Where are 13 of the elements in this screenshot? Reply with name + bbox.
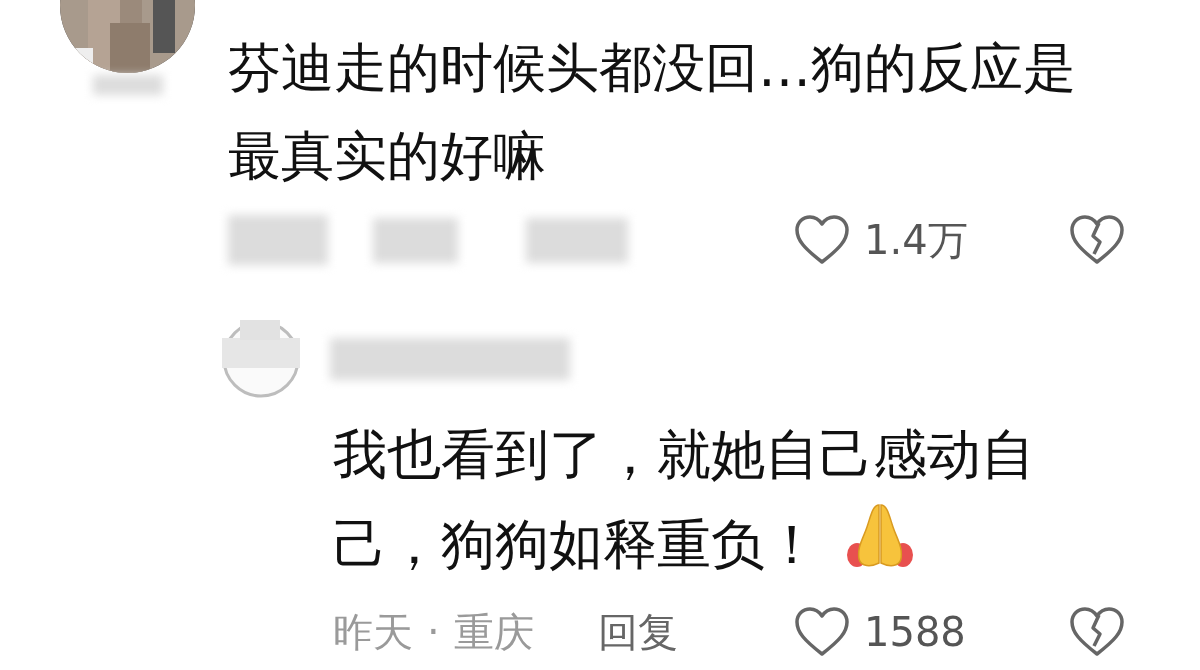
reply-text: 我也看到了，就她自己感动自己，狗狗如释重负！ xyxy=(333,423,1035,576)
comment-time: 昨天 xyxy=(333,607,413,657)
comment-text: 芬迪走的时候头都没回…狗的反应是最真实的好嘛 xyxy=(228,36,1077,188)
separator-dot: · xyxy=(427,609,440,655)
broken-heart-icon[interactable] xyxy=(1069,214,1125,266)
heart-icon[interactable] xyxy=(794,214,850,266)
reply-button[interactable]: 回复 xyxy=(597,604,678,660)
heart-icon[interactable] xyxy=(794,606,850,658)
blurred-username xyxy=(92,75,163,95)
like-count: 1.4万 xyxy=(864,215,968,265)
broken-heart-icon[interactable] xyxy=(1069,606,1125,658)
comment-location: 重庆 xyxy=(453,607,534,657)
like-count: 1588 xyxy=(864,609,966,655)
